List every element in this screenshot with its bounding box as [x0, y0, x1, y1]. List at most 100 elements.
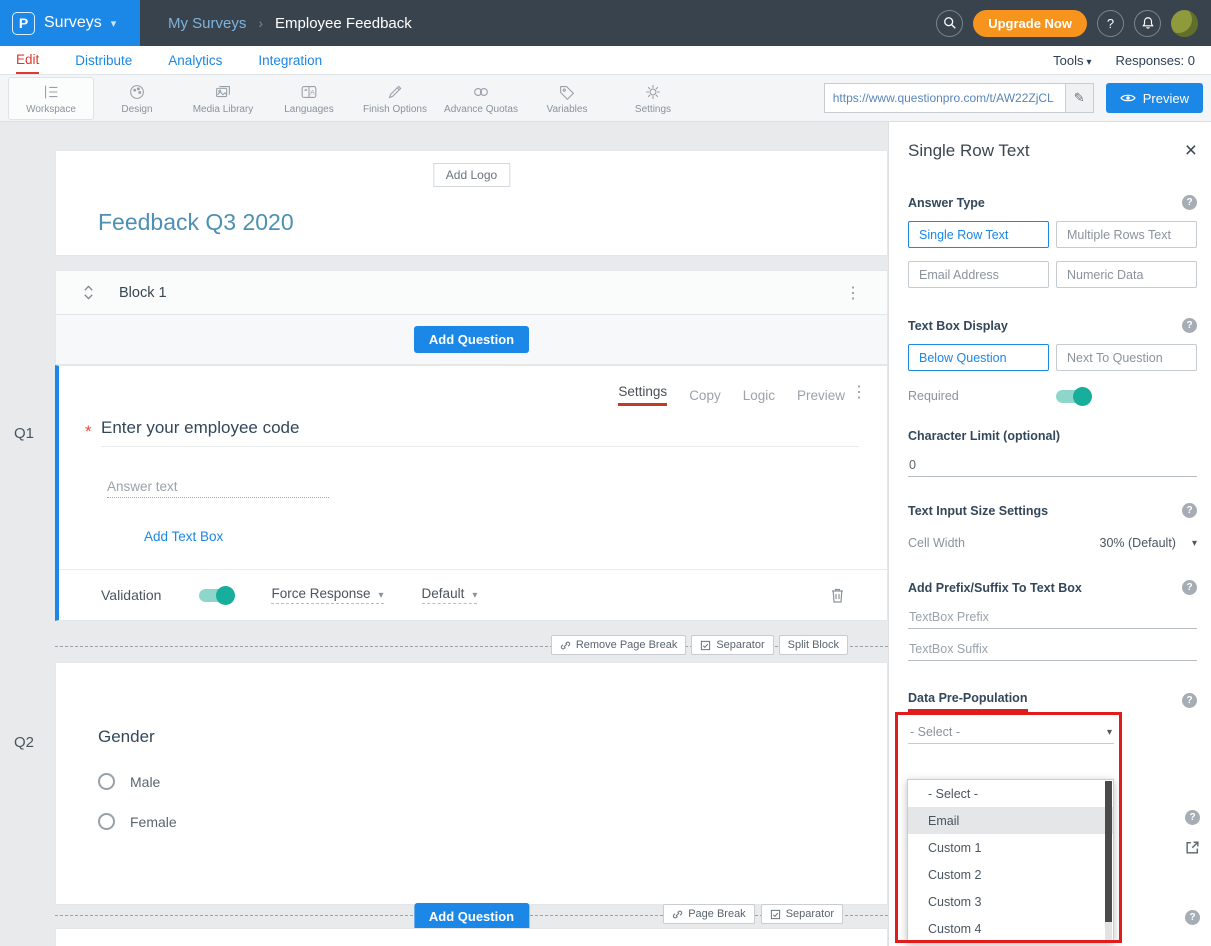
- separator-button[interactable]: Separator: [691, 635, 773, 655]
- survey-header-card: Add Logo Feedback Q3 2020: [55, 150, 888, 256]
- validation-toggle[interactable]: [199, 589, 233, 602]
- top-bar: P Surveys ▾ My Surveys › Employee Feedba…: [0, 0, 1211, 46]
- separator-button-bottom[interactable]: Separator: [761, 904, 843, 924]
- add-question-button-bottom[interactable]: Add Question: [414, 903, 529, 930]
- preview-button[interactable]: Preview: [1106, 83, 1203, 113]
- dropdown-option-custom4[interactable]: Custom 4: [908, 915, 1113, 942]
- user-avatar[interactable]: [1171, 10, 1198, 37]
- breadcrumb-separator-icon: ›: [258, 15, 263, 31]
- questionpro-logo-icon: P: [12, 12, 35, 35]
- block-menu-kebab-icon[interactable]: ⋮: [845, 283, 861, 303]
- dropdown-option-custom2[interactable]: Custom 2: [908, 861, 1113, 888]
- toolbar-item-design[interactable]: Design: [94, 77, 180, 120]
- topbar-actions: Upgrade Now ?: [936, 10, 1211, 37]
- answer-type-email[interactable]: Email Address: [908, 261, 1049, 288]
- question-tab-settings[interactable]: Settings: [618, 384, 667, 406]
- tab-analytics[interactable]: Analytics: [168, 46, 222, 74]
- dropdown-scrollbar-thumb[interactable]: [1105, 781, 1112, 922]
- character-limit-input[interactable]: [908, 454, 1197, 477]
- radio-icon: [98, 773, 115, 790]
- textbox-prefix-input[interactable]: [908, 606, 1197, 629]
- answer-text-input[interactable]: [107, 476, 329, 498]
- help-icon[interactable]: ?: [1185, 910, 1200, 925]
- question-menu-kebab-icon[interactable]: ⋮: [851, 382, 867, 402]
- answer-type-numeric[interactable]: Numeric Data: [1056, 261, 1197, 288]
- breadcrumb-my-surveys[interactable]: My Surveys: [168, 15, 246, 32]
- add-text-box-link[interactable]: Add Text Box: [144, 529, 223, 544]
- validation-label: Validation: [101, 587, 161, 603]
- help-icon[interactable]: ?: [1182, 580, 1197, 595]
- toolbar-item-languages[interactable]: A Languages: [266, 77, 352, 120]
- required-asterisk: *: [85, 422, 92, 442]
- add-logo-button[interactable]: Add Logo: [433, 163, 510, 187]
- tab-edit[interactable]: Edit: [16, 46, 39, 74]
- force-response-dropdown[interactable]: Force Response▾: [271, 586, 383, 604]
- dropdown-scrollbar[interactable]: [1105, 781, 1112, 941]
- question-tabs: Settings Copy Logic Preview: [618, 384, 845, 406]
- question-card-q2: Gender Male Female: [55, 662, 888, 905]
- upgrade-now-button[interactable]: Upgrade Now: [973, 10, 1087, 37]
- toolbar-item-settings[interactable]: Settings: [610, 77, 696, 120]
- search-button[interactable]: [936, 10, 963, 37]
- question-number-q1: Q1: [14, 425, 34, 442]
- app-switcher[interactable]: P Surveys ▾: [0, 0, 140, 46]
- cell-width-label: Cell Width: [908, 536, 965, 550]
- palette-icon: [127, 82, 147, 102]
- collapse-block-icon[interactable]: [82, 285, 95, 300]
- help-icon[interactable]: ?: [1182, 195, 1197, 210]
- external-link-icon[interactable]: [1185, 840, 1200, 855]
- display-below-question[interactable]: Below Question: [908, 344, 1049, 371]
- textbox-suffix-input[interactable]: [908, 638, 1197, 661]
- notifications-button[interactable]: [1134, 10, 1161, 37]
- answer-type-single-row[interactable]: Single Row Text: [908, 221, 1049, 248]
- page-break-button[interactable]: Page Break: [663, 904, 754, 924]
- question-tab-logic[interactable]: Logic: [743, 388, 775, 403]
- share-url-input[interactable]: [825, 84, 1065, 112]
- required-toggle[interactable]: [1056, 390, 1090, 403]
- radio-option-female[interactable]: Female: [98, 813, 177, 830]
- help-icon[interactable]: ?: [1182, 503, 1197, 518]
- default-dropdown[interactable]: Default▾: [422, 586, 478, 604]
- delete-question-button[interactable]: [830, 587, 845, 604]
- radio-option-male[interactable]: Male: [98, 773, 160, 790]
- toolbar-item-workspace[interactable]: Workspace: [8, 77, 94, 120]
- tab-distribute[interactable]: Distribute: [75, 46, 132, 74]
- help-icon[interactable]: ?: [1182, 693, 1197, 708]
- question-tab-copy[interactable]: Copy: [689, 388, 721, 403]
- dropdown-option-email[interactable]: Email: [908, 807, 1113, 834]
- remove-page-break-button[interactable]: Remove Page Break: [551, 635, 687, 655]
- block-name[interactable]: Block 1: [119, 285, 167, 301]
- tab-integration[interactable]: Integration: [258, 46, 322, 74]
- text-input-size-label: Text Input Size Settings: [908, 504, 1048, 518]
- question-tab-preview[interactable]: Preview: [797, 388, 845, 403]
- cell-width-value[interactable]: 30% (Default): [1100, 536, 1176, 550]
- text-box-display-label: Text Box Display: [908, 319, 1008, 333]
- toolbar-item-variables[interactable]: Variables: [524, 77, 610, 120]
- survey-title[interactable]: Feedback Q3 2020: [98, 209, 294, 236]
- help-icon[interactable]: ?: [1182, 318, 1197, 333]
- edit-toolbar: Workspace Design Media Library A Languag…: [0, 75, 1211, 122]
- add-question-button-top[interactable]: Add Question: [414, 326, 529, 353]
- responses-count[interactable]: Responses: 0: [1116, 53, 1196, 68]
- split-block-button[interactable]: Split Block: [779, 635, 848, 655]
- bottom-insert-row: Add Question Page Break Separator: [55, 903, 888, 928]
- tools-menu[interactable]: Tools▾: [1053, 53, 1091, 68]
- question-text-q1[interactable]: Enter your employee code: [101, 418, 299, 438]
- data-prepopulation-select[interactable]: - Select - ▾: [908, 721, 1114, 744]
- toolbar-item-media-library[interactable]: Media Library: [180, 77, 266, 120]
- question-text-q2[interactable]: Gender: [98, 727, 155, 747]
- toolbar-item-advance-quotas[interactable]: Advance Quotas: [438, 77, 524, 120]
- dropdown-option-custom1[interactable]: Custom 1: [908, 834, 1113, 861]
- edit-url-button[interactable]: ✎: [1065, 84, 1093, 112]
- dropdown-option-custom3[interactable]: Custom 3: [908, 888, 1113, 915]
- help-icon[interactable]: ?: [1185, 810, 1200, 825]
- dropdown-option-select[interactable]: - Select -: [908, 780, 1113, 807]
- survey-nav-bar: Edit Distribute Analytics Integration To…: [0, 46, 1211, 75]
- toolbar-item-finish-options[interactable]: Finish Options: [352, 77, 438, 120]
- help-button[interactable]: ?: [1097, 10, 1124, 37]
- close-icon[interactable]: ×: [1185, 140, 1197, 161]
- display-next-to-question[interactable]: Next To Question: [1056, 344, 1197, 371]
- character-limit-label: Character Limit (optional): [908, 429, 1060, 443]
- answer-type-multiple-rows[interactable]: Multiple Rows Text: [1056, 221, 1197, 248]
- chevron-down-icon[interactable]: ▾: [1192, 538, 1197, 549]
